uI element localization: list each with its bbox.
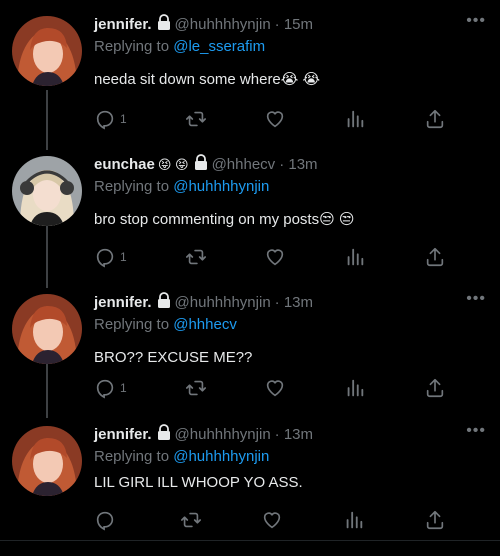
analytics-button[interactable]: [343, 509, 365, 531]
reply-button[interactable]: [94, 509, 120, 531]
tweet[interactable]: eunchae 😝 😝 @hhhecv · 13m Replying to @h…: [0, 140, 500, 278]
tweet[interactable]: jennifer. @huhhhhynjin · 13m ••• Replyin…: [0, 278, 500, 414]
retweet-icon: [185, 377, 207, 399]
timestamp[interactable]: · 13m: [279, 155, 317, 175]
replying-to-label: Replying to: [94, 38, 170, 55]
like-button[interactable]: [264, 246, 286, 268]
more-icon[interactable]: •••: [466, 291, 486, 307]
replying-to: Replying to @le_sserafim: [94, 37, 486, 57]
tweet-text: BRO?? EXCUSE ME??: [94, 349, 253, 366]
lock-icon: [157, 424, 171, 446]
tweet-text: LIL GIRL ILL WHOOP YO ASS.: [94, 474, 303, 491]
replying-to-link[interactable]: @hhhecv: [173, 316, 237, 333]
analytics-icon: [344, 246, 366, 268]
like-button[interactable]: [264, 377, 286, 399]
replying-to-label: Replying to: [94, 178, 170, 195]
heart-icon: [264, 377, 286, 399]
avatar[interactable]: [12, 156, 82, 226]
name-emojis: 😝 😝: [157, 157, 189, 172]
retweet-button[interactable]: [185, 108, 207, 130]
lock-icon: [157, 14, 171, 36]
reply-button[interactable]: 1: [94, 108, 127, 130]
share-button[interactable]: [424, 509, 446, 531]
replying-to: Replying to @hhhecv: [94, 315, 486, 335]
tweet-text: bro stop commenting on my posts😒 😒: [94, 211, 355, 228]
timestamp[interactable]: · 15m: [275, 15, 313, 35]
tweet-actions: [94, 509, 446, 531]
handle[interactable]: @huhhhhynjin: [175, 425, 271, 445]
share-icon: [424, 108, 446, 130]
retweet-icon: [185, 108, 207, 130]
handle[interactable]: @hhhecv: [212, 155, 276, 175]
display-name[interactable]: eunchae: [94, 155, 155, 175]
handle[interactable]: @huhhhhynjin: [175, 293, 271, 313]
retweet-button[interactable]: [185, 246, 207, 268]
tweet-actions: 1: [94, 108, 446, 130]
handle[interactable]: @huhhhhynjin: [175, 15, 271, 35]
replying-to-label: Replying to: [94, 316, 170, 333]
retweet-button[interactable]: [180, 509, 202, 531]
share-button[interactable]: [424, 377, 446, 399]
retweet-icon: [180, 509, 202, 531]
lock-icon: [194, 154, 208, 176]
reply-icon: [94, 377, 116, 399]
replying-to-link[interactable]: @le_sserafim: [173, 38, 265, 55]
share-button[interactable]: [424, 246, 446, 268]
reply-icon: [94, 509, 116, 531]
avatar[interactable]: [12, 294, 82, 364]
reply-button[interactable]: 1: [94, 377, 127, 399]
analytics-button[interactable]: [344, 108, 366, 130]
display-name[interactable]: jennifer.: [94, 425, 152, 445]
reply-button[interactable]: 1: [94, 246, 127, 268]
reply-icon: [94, 108, 116, 130]
analytics-icon: [344, 377, 366, 399]
analytics-icon: [344, 108, 366, 130]
lock-icon: [157, 292, 171, 314]
analytics-button[interactable]: [344, 246, 366, 268]
timestamp[interactable]: · 13m: [275, 293, 313, 313]
analytics-button[interactable]: [344, 377, 366, 399]
avatar[interactable]: [12, 16, 82, 86]
tweet[interactable]: jennifer. @huhhhhynjin · 13m ••• Replyin…: [0, 410, 500, 540]
replying-to-label: Replying to: [94, 448, 170, 465]
heart-icon: [261, 509, 283, 531]
reply-count: 1: [120, 381, 127, 395]
timestamp[interactable]: · 13m: [275, 425, 313, 445]
like-button[interactable]: [264, 108, 286, 130]
tweet-actions: 1: [94, 377, 446, 399]
tweet-actions: 1: [94, 246, 446, 268]
retweet-icon: [185, 246, 207, 268]
more-icon[interactable]: •••: [466, 13, 486, 29]
tweet-text: needa sit down some where😭 😭: [94, 71, 320, 88]
more-icon[interactable]: •••: [466, 423, 486, 439]
reply-count: 1: [120, 250, 127, 264]
retweet-button[interactable]: [185, 377, 207, 399]
replying-to-link[interactable]: @huhhhhynjin: [173, 448, 269, 465]
reply-count: 1: [120, 112, 127, 126]
share-icon: [424, 377, 446, 399]
like-button[interactable]: [261, 509, 283, 531]
reply-icon: [94, 246, 116, 268]
display-name[interactable]: jennifer.: [94, 293, 152, 313]
replying-to: Replying to @huhhhhynjin: [94, 447, 486, 467]
avatar[interactable]: [12, 426, 82, 496]
heart-icon: [264, 108, 286, 130]
share-icon: [424, 509, 446, 531]
analytics-icon: [343, 509, 365, 531]
tweet[interactable]: jennifer. @huhhhhynjin · 15m ••• Replyin…: [0, 0, 500, 140]
next-tweet-edge: [0, 540, 500, 556]
share-button[interactable]: [424, 108, 446, 130]
replying-to-link[interactable]: @huhhhhynjin: [173, 178, 269, 195]
replying-to: Replying to @huhhhhynjin: [94, 177, 486, 197]
display-name[interactable]: jennifer.: [94, 15, 152, 35]
share-icon: [424, 246, 446, 268]
heart-icon: [264, 246, 286, 268]
